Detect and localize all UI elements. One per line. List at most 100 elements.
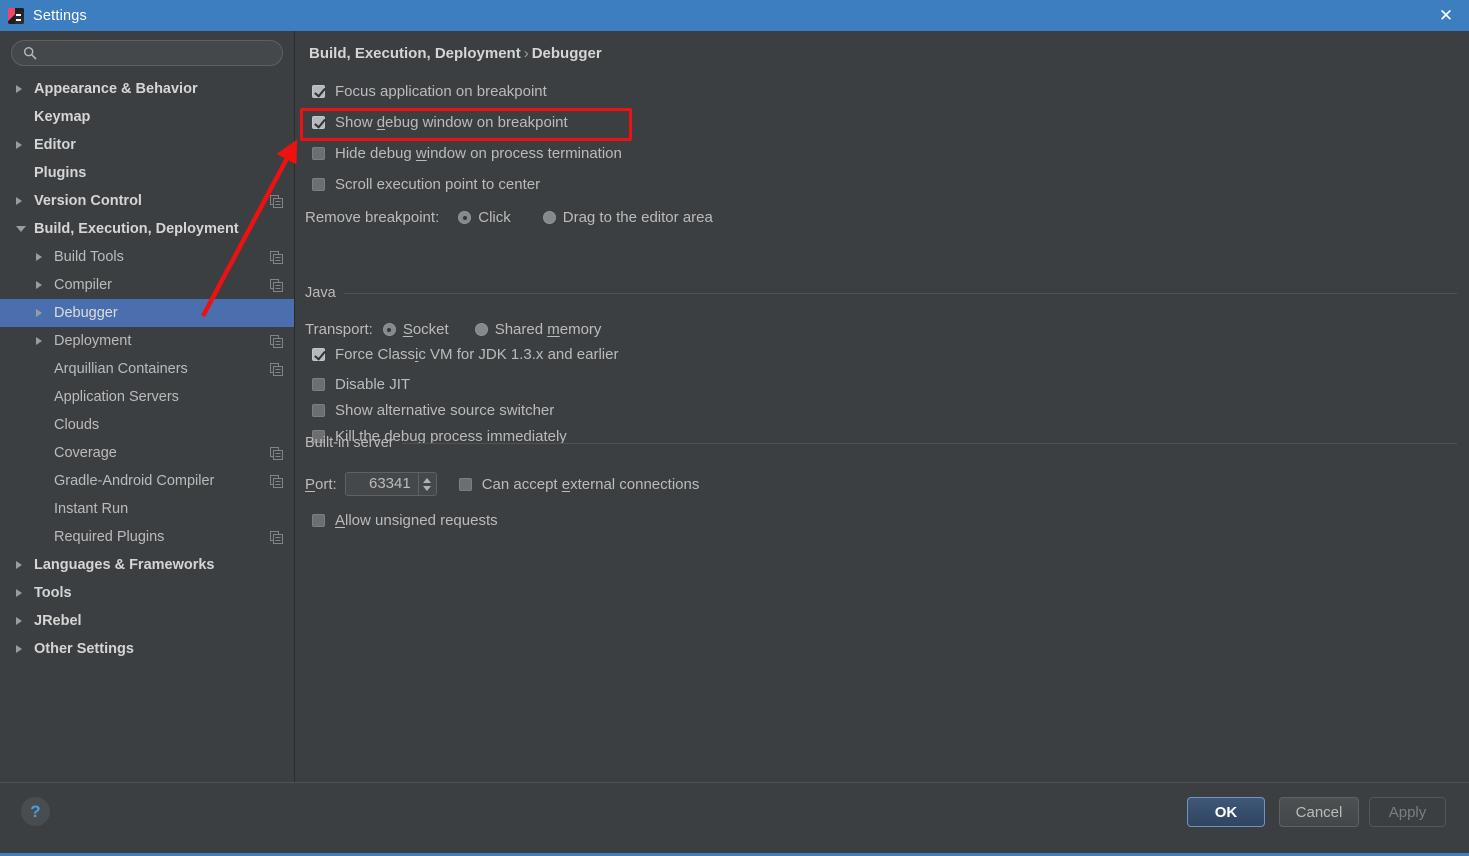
sidebar-item-compiler[interactable]: Compiler [0,271,294,299]
checkbox-box[interactable] [312,85,325,98]
radio-socket[interactable] [383,323,396,336]
chevron-right-icon[interactable] [16,141,22,149]
checkbox-can-accept-external-connections[interactable] [459,478,472,491]
spinner-up-icon[interactable] [423,478,431,483]
checkbox-show-debug-window-on-breakpoint[interactable]: Show debug window on breakpoint [312,114,568,131]
help-icon[interactable]: ? [21,797,50,826]
spinner-buttons[interactable] [418,473,436,495]
apply-button[interactable]: Apply [1369,797,1446,827]
chevron-right-icon[interactable] [16,197,22,205]
sidebar-item-appearance-behavior[interactable]: Appearance & Behavior [0,75,294,103]
radio-socket-label: Socket [403,321,449,338]
breadcrumb-current: Debugger [532,45,602,62]
checkbox-label: Disable JIT [335,376,410,393]
radio-drag-to-editor-area[interactable] [543,211,556,224]
checkbox-box[interactable] [312,378,325,391]
sidebar-item-label: Instant Run [54,501,128,517]
cancel-button[interactable]: Cancel [1279,797,1359,827]
checkbox-force-classic-vm[interactable]: Force Classic VM for JDK 1.3.x and earli… [312,346,618,363]
tree-arrow-slot[interactable] [36,309,50,317]
chevron-right-icon[interactable] [16,617,22,625]
search-box[interactable] [11,40,283,66]
checkbox-label: Force Classic VM for JDK 1.3.x and earli… [335,346,618,363]
sidebar-item-label: Editor [34,137,76,153]
sidebar-item-version-control[interactable]: Version Control [0,187,294,215]
checkbox-allow-unsigned-requests[interactable]: Allow unsigned requests [312,512,498,529]
sidebar-item-build-tools[interactable]: Build Tools [0,243,294,271]
search-input[interactable] [46,41,272,65]
port-value[interactable]: 63341 [346,473,418,495]
tree-arrow-slot[interactable] [36,281,50,289]
sidebar-item-application-servers[interactable]: Application Servers [0,383,294,411]
tree-arrow-slot[interactable] [16,141,30,149]
chevron-right-icon[interactable] [16,645,22,653]
checkbox-box[interactable] [312,147,325,160]
sidebar-item-plugins[interactable]: Plugins [0,159,294,187]
tree-arrow-slot[interactable] [16,197,30,205]
sidebar-item-label: Compiler [54,277,112,293]
chevron-right-icon[interactable] [16,589,22,597]
breadcrumb-separator: › [521,45,532,62]
checkbox-focus-application-on-breakpoint[interactable]: Focus application on breakpoint [312,83,547,100]
tree-arrow-slot[interactable] [16,617,30,625]
checkbox-show-alternative-source-switcher[interactable]: Show alternative source switcher [312,402,554,419]
sidebar-item-label: Coverage [54,445,117,461]
sidebar-item-keymap[interactable]: Keymap [0,103,294,131]
sidebar-item-gradle-android-compiler[interactable]: Gradle-Android Compiler [0,467,294,495]
checkbox-scroll-execution-point-to-center[interactable]: Scroll execution point to center [312,176,540,193]
sidebar-item-editor[interactable]: Editor [0,131,294,159]
tree-arrow-slot[interactable] [16,561,30,569]
sidebar-item-languages-frameworks[interactable]: Languages & Frameworks [0,551,294,579]
chevron-right-icon[interactable] [36,337,42,345]
chevron-right-icon[interactable] [36,253,42,261]
sidebar-item-build-execution-deployment[interactable]: Build, Execution, Deployment [0,215,294,243]
close-icon[interactable]: ✕ [1423,0,1469,31]
tree-arrow-slot[interactable] [36,337,50,345]
settings-dialog: Settings ✕ Appearance & BehaviorKeymap Ed… [0,0,1469,856]
settings-main-panel: Build, Execution, Deployment›Debugger Fo… [296,31,1469,785]
port-spinner[interactable]: 63341 [345,472,437,496]
checkbox-hide-debug-window-on-process-termination[interactable]: Hide debug window on process termination [312,145,622,162]
radio-shared-memory[interactable] [475,323,488,336]
tree-arrow-slot[interactable] [36,253,50,261]
tree-arrow-slot[interactable] [16,645,30,653]
checkbox-box[interactable] [312,514,325,527]
sidebar-item-instant-run[interactable]: Instant Run [0,495,294,523]
chevron-right-icon[interactable] [16,561,22,569]
checkbox-disable-jit[interactable]: Disable JIT [312,376,410,393]
sidebar-item-tools[interactable]: Tools [0,579,294,607]
radio-drag-label: Drag to the editor area [563,209,713,226]
sidebar-item-arquillian-containers[interactable]: Arquillian Containers [0,355,294,383]
transport-group: Transport: Socket Shared memory [305,321,601,338]
checkbox-label: Hide debug window on process termination [335,145,622,162]
chevron-right-icon[interactable] [36,281,42,289]
sidebar-item-jrebel[interactable]: JRebel [0,607,294,635]
chevron-down-icon[interactable] [16,226,26,232]
chevron-right-icon[interactable] [36,309,42,317]
tree-arrow-slot[interactable] [16,226,30,232]
radio-click[interactable] [458,211,471,224]
checkbox-box[interactable] [312,178,325,191]
checkbox-box[interactable] [312,404,325,417]
checkbox-box[interactable] [312,348,325,361]
section-builtin-server: Built-in server [305,435,1457,451]
sidebar-item-coverage[interactable]: Coverage [0,439,294,467]
section-divider [402,443,1457,444]
chevron-right-icon[interactable] [16,85,22,93]
spinner-down-icon[interactable] [423,486,431,491]
copy-pages-icon [270,531,283,544]
checkbox-box[interactable] [312,116,325,129]
intellij-idea-icon [8,8,24,24]
sidebar-item-required-plugins[interactable]: Required Plugins [0,523,294,551]
sidebar-item-clouds[interactable]: Clouds [0,411,294,439]
sidebar-item-other-settings[interactable]: Other Settings [0,635,294,663]
sidebar-item-deployment[interactable]: Deployment [0,327,294,355]
sidebar-item-label: Gradle-Android Compiler [54,473,214,489]
tree-arrow-slot[interactable] [16,85,30,93]
ok-button[interactable]: OK [1187,797,1265,827]
tree-arrow-slot[interactable] [16,589,30,597]
remove-breakpoint-group: Remove breakpoint: Click Drag to the edi… [305,209,713,226]
title-bar: Settings ✕ [0,0,1469,31]
search-icon [23,46,37,60]
sidebar-item-debugger[interactable]: Debugger [0,299,294,327]
